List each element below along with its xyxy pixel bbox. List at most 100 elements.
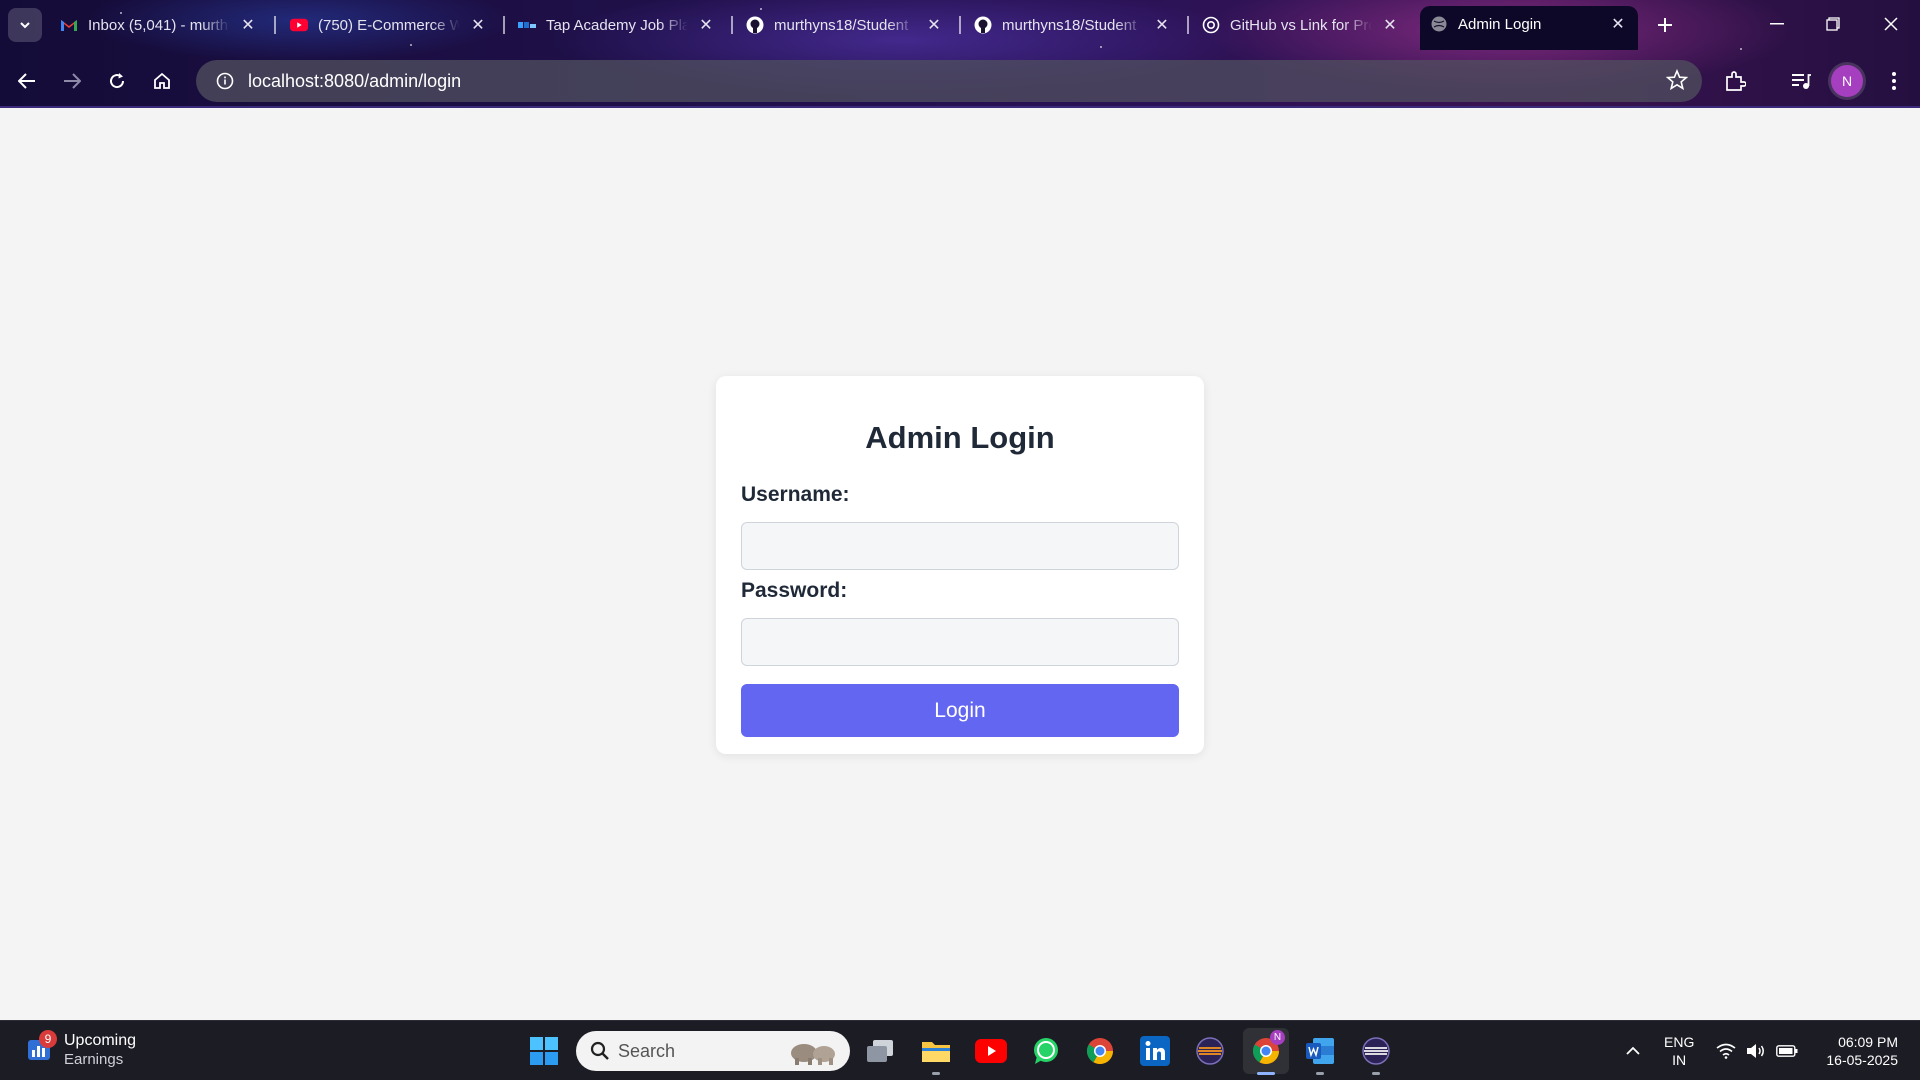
tap-academy-icon: [518, 16, 536, 34]
tab-github-2[interactable]: murthyns18/Student ✕: [964, 8, 1182, 42]
tab-title: Tap Academy Job Placement: [546, 16, 688, 34]
eclipse-icon: [1196, 1037, 1224, 1065]
running-indicator: [1316, 1072, 1324, 1075]
volume-status[interactable]: [1744, 1021, 1768, 1080]
tab-separator: [959, 16, 961, 34]
tab-gmail[interactable]: Inbox (5,041) - murthyns18@gmail.com ✕: [50, 8, 268, 42]
globe-icon: [1430, 15, 1448, 33]
close-icon[interactable]: ✕: [238, 15, 258, 35]
clock-time: 06:09 PM: [1838, 1034, 1898, 1050]
tab-separator: [1187, 16, 1189, 34]
close-icon[interactable]: ✕: [1380, 15, 1400, 35]
chrome-profile-button[interactable]: N: [1243, 1028, 1289, 1075]
notification-badge: 9: [39, 1030, 57, 1048]
github-icon: [746, 16, 764, 34]
close-window-button[interactable]: [1868, 6, 1914, 42]
password-input[interactable]: [741, 618, 1179, 666]
profile-avatar[interactable]: N: [1831, 65, 1863, 97]
back-button[interactable]: [10, 64, 44, 98]
eclipse-icon: [1362, 1037, 1390, 1065]
tab-title: (750) E-Commerce Website: [318, 16, 460, 34]
tab-separator: [503, 16, 505, 34]
file-explorer-button[interactable]: [918, 1033, 954, 1075]
youtube-app-button[interactable]: [973, 1033, 1009, 1069]
chrome-button[interactable]: [1082, 1033, 1118, 1069]
page-title: Admin Login: [865, 420, 1055, 455]
taskbar-clock[interactable]: 06:09 PM 16-05-2025: [1814, 1033, 1898, 1069]
close-icon[interactable]: ✕: [468, 15, 488, 35]
tab-admin-login[interactable]: Admin Login ✕: [1420, 6, 1638, 50]
reload-icon: [110, 73, 125, 89]
forward-button[interactable]: [55, 64, 89, 98]
browser-toolbar: localhost:8080/admin/login N: [0, 54, 1920, 108]
start-button[interactable]: [526, 1033, 562, 1069]
close-icon[interactable]: ✕: [1608, 14, 1628, 34]
stock-chart-icon: 9: [26, 1030, 57, 1066]
browser-menu-button[interactable]: [1877, 64, 1911, 98]
close-icon: [1884, 17, 1898, 31]
close-icon[interactable]: ✕: [1152, 15, 1172, 35]
windows-taskbar: 9 Upcoming Earnings Search N ENG IN 06:0…: [0, 1020, 1920, 1080]
tab-title: murthyns18/Student: [774, 16, 909, 34]
restore-button[interactable]: [1810, 6, 1856, 42]
youtube-icon: [975, 1039, 1007, 1063]
bg-star: [1740, 48, 1742, 50]
battery-icon: [1776, 1045, 1798, 1057]
home-icon: [154, 72, 170, 89]
whatsapp-icon: [1034, 1038, 1058, 1064]
minimize-button[interactable]: [1754, 6, 1800, 42]
language-indicator[interactable]: ENG IN: [1664, 1033, 1694, 1069]
home-button[interactable]: [145, 64, 179, 98]
gmail-icon: [60, 16, 78, 34]
taskbar-search[interactable]: Search: [576, 1031, 850, 1071]
show-hidden-icons-button[interactable]: [1620, 1021, 1646, 1080]
running-indicator: [932, 1072, 940, 1075]
search-placeholder: Search: [618, 1040, 676, 1061]
widget-title: Upcoming: [64, 1032, 137, 1049]
clock-date: 16-05-2025: [1826, 1052, 1898, 1068]
username-input[interactable]: [741, 522, 1179, 570]
battery-status[interactable]: [1774, 1021, 1800, 1080]
tab-github-1[interactable]: murthyns18/Student ✕: [736, 8, 954, 42]
search-icon: [590, 1041, 609, 1060]
running-indicator: [1372, 1072, 1380, 1075]
close-icon[interactable]: ✕: [924, 15, 944, 35]
task-view-button[interactable]: [862, 1033, 898, 1069]
bookmark-star-icon[interactable]: [1665, 68, 1690, 93]
reload-button[interactable]: [100, 64, 134, 98]
task-view-icon: [867, 1040, 893, 1062]
tab-search-button[interactable]: [8, 8, 42, 42]
linkedin-button[interactable]: [1137, 1033, 1173, 1069]
playlist-icon: [1792, 74, 1811, 89]
password-label: Password:: [741, 579, 848, 602]
tab-separator: [731, 16, 733, 34]
eclipse-button[interactable]: [1192, 1033, 1228, 1069]
login-button[interactable]: Login: [741, 684, 1179, 737]
arrow-left-icon: [18, 73, 35, 89]
plus-icon: [1658, 18, 1672, 32]
tab-youtube[interactable]: (750) E-Commerce Website ✕: [280, 8, 498, 42]
close-icon[interactable]: ✕: [696, 15, 716, 35]
extensions-button[interactable]: [1718, 64, 1752, 98]
login-card: Admin Login Username: Password: Login: [716, 376, 1204, 754]
new-tab-button[interactable]: [1650, 10, 1680, 40]
eclipse-running-button[interactable]: [1358, 1033, 1394, 1075]
tab-chatgpt[interactable]: GitHub vs Link for Profile ✕: [1192, 8, 1410, 42]
url-text[interactable]: localhost:8080/admin/login: [248, 71, 461, 92]
widgets-button[interactable]: 9 Upcoming Earnings: [26, 1030, 137, 1069]
bg-star: [410, 44, 412, 46]
tab-tap-academy[interactable]: Tap Academy Job Placement ✕: [508, 8, 726, 42]
word-button[interactable]: [1302, 1033, 1338, 1075]
wifi-status[interactable]: [1714, 1021, 1738, 1080]
wifi-icon: [1716, 1043, 1736, 1059]
address-bar[interactable]: localhost:8080/admin/login: [196, 60, 1702, 102]
media-control-button[interactable]: [1784, 64, 1818, 98]
whatsapp-button[interactable]: [1028, 1033, 1064, 1069]
tab-title: Inbox (5,041) - murthyns18@gmail.com: [88, 16, 230, 34]
chevron-down-icon: [20, 22, 30, 29]
site-info-icon[interactable]: [204, 60, 246, 102]
linkedin-icon: [1140, 1036, 1170, 1066]
tab-title: GitHub vs Link for Profile: [1230, 16, 1372, 34]
elephants-illustration-icon: [791, 1044, 835, 1065]
kebab-menu-icon: [1892, 72, 1896, 90]
